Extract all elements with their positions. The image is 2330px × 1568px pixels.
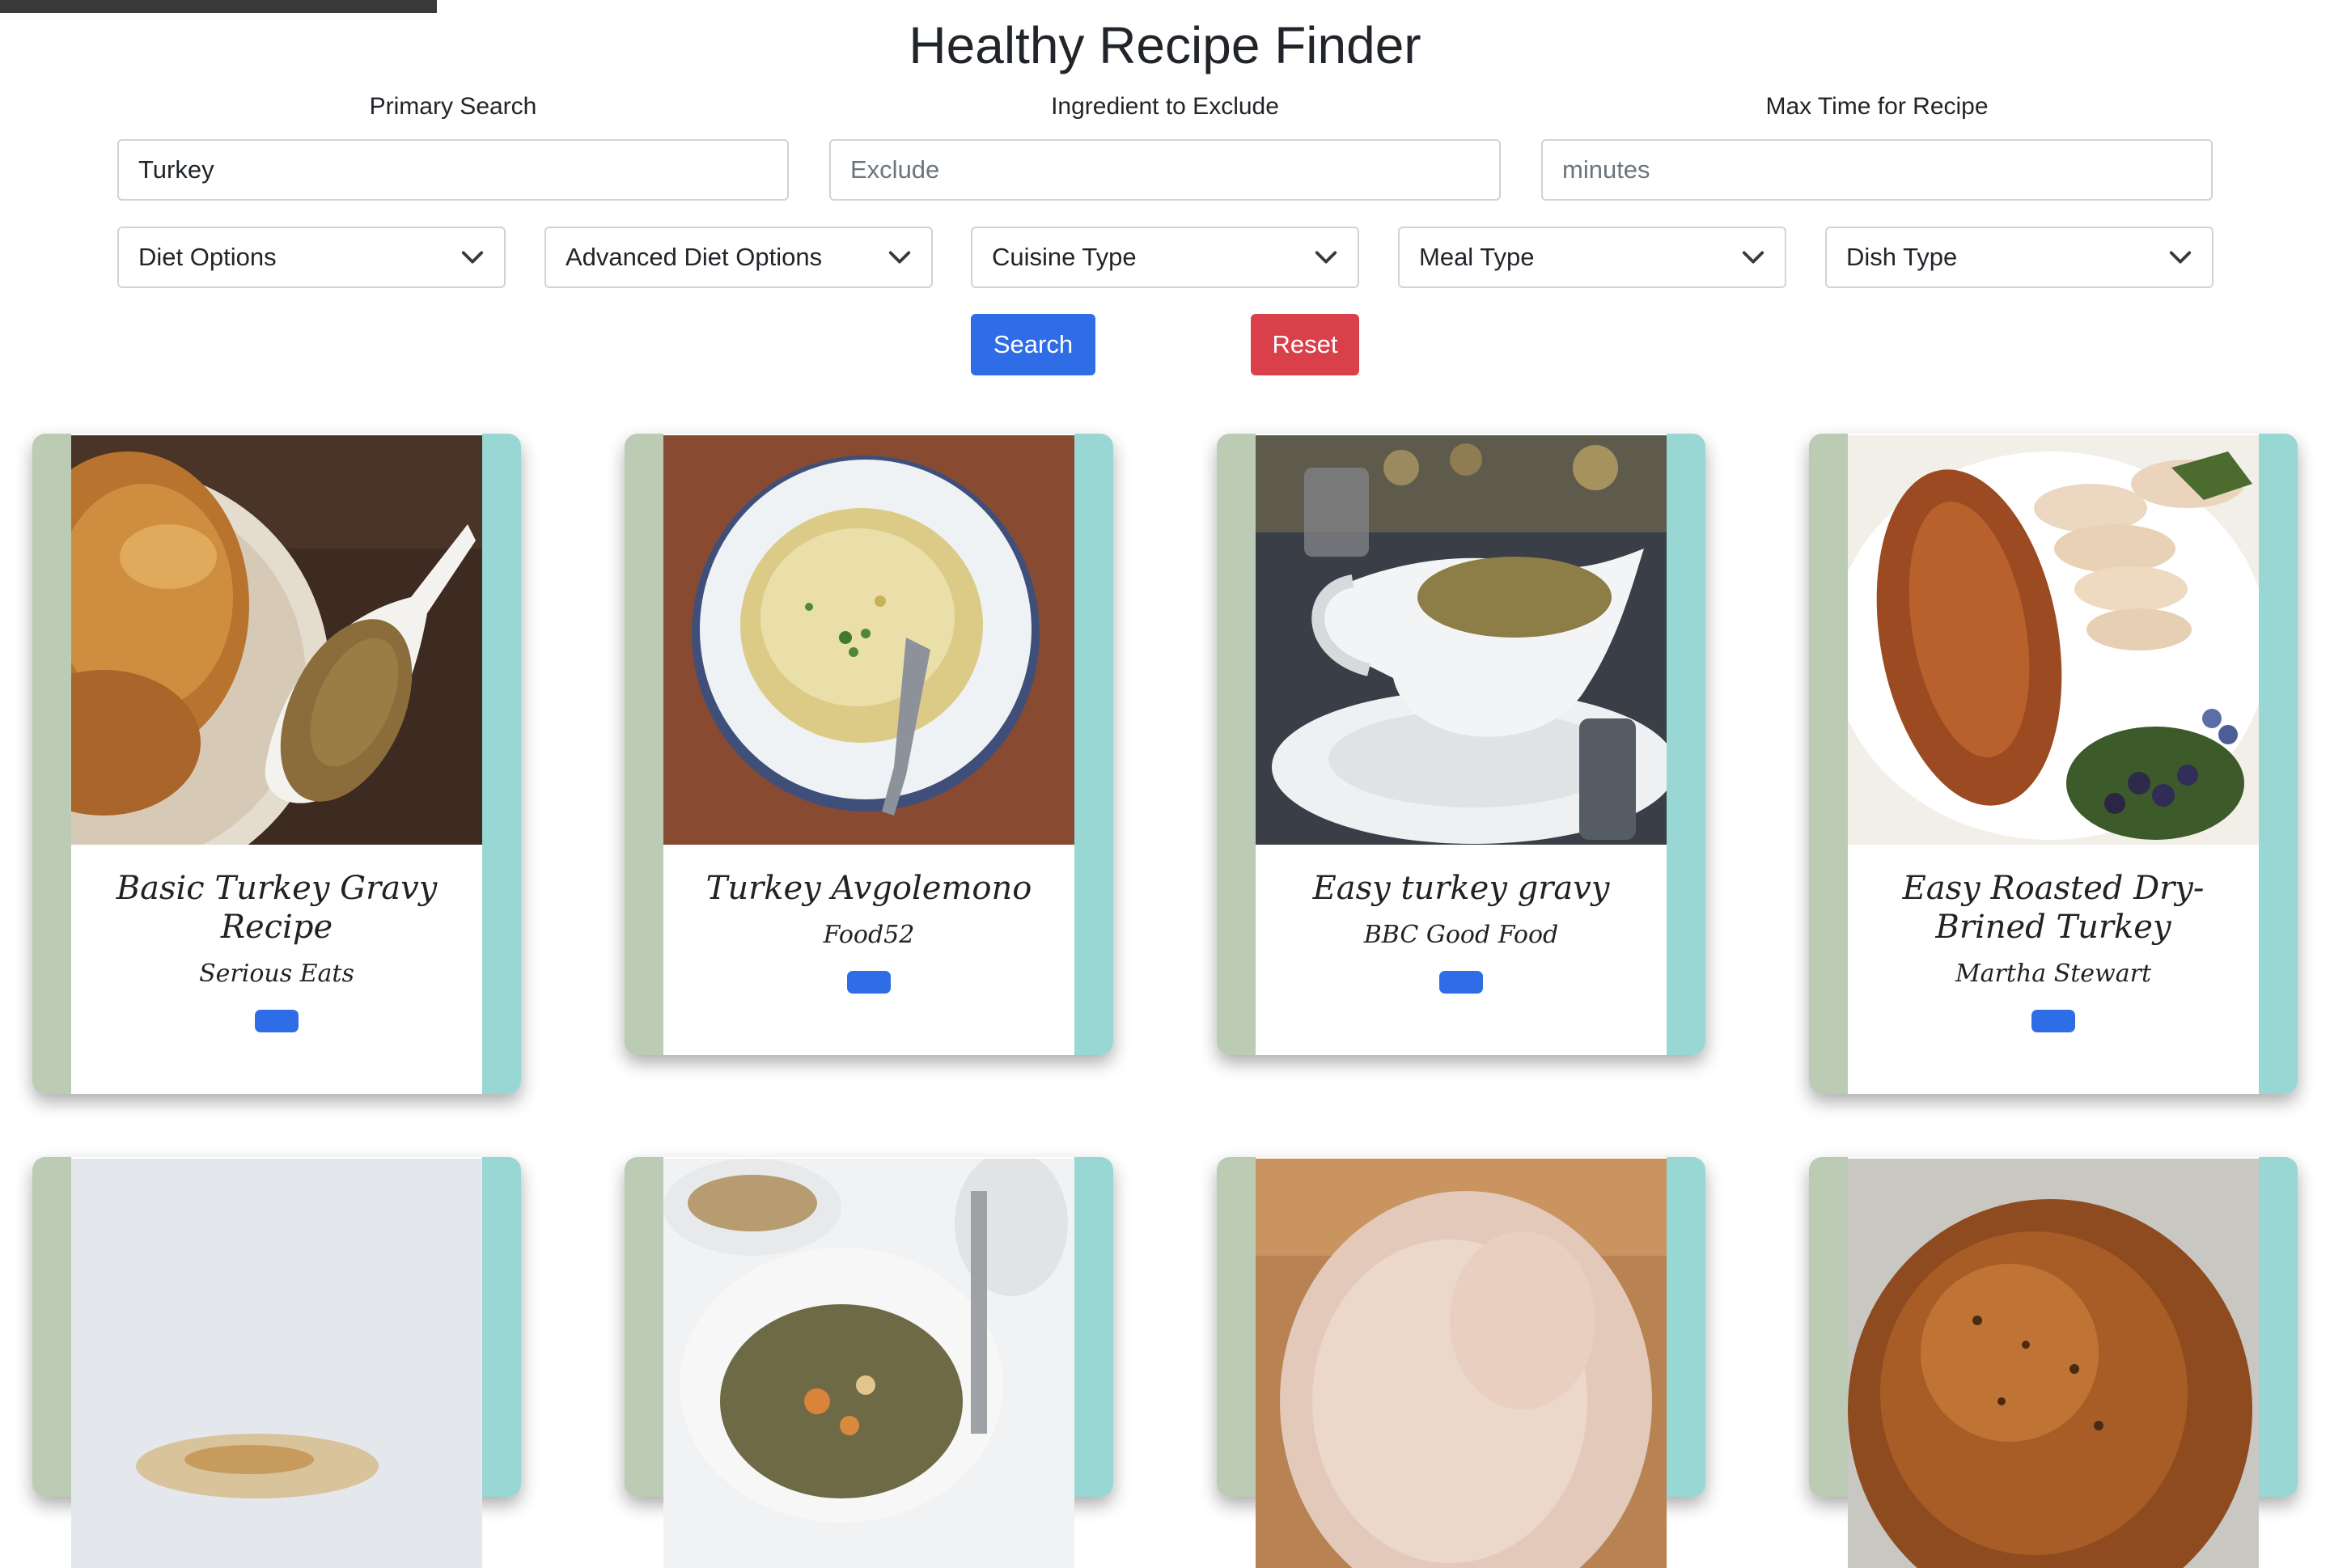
primary-search-label: Primary Search xyxy=(369,93,537,120)
dish-type-select[interactable]: Dish Type xyxy=(1825,227,2214,288)
recipe-card[interactable]: Easy turkey gravy BBC Good Food xyxy=(1217,434,1705,1055)
recipe-card[interactable]: Turkey Avgolemono Food52 xyxy=(625,434,1113,1055)
recipe-title[interactable]: Easy Roasted Dry-Brined Turkey xyxy=(1867,869,2239,947)
recipe-image-soup-bowl[interactable] xyxy=(663,435,1074,845)
recipe-card[interactable]: Easy Roasted Dry-Brined Turkey Martha St… xyxy=(1809,434,2298,1094)
meal-type-value: Meal Type xyxy=(1419,243,1535,271)
advanced-diet-options-value: Advanced Diet Options xyxy=(566,243,823,271)
chevron-down-icon xyxy=(2169,251,2192,264)
diet-options-value: Diet Options xyxy=(138,243,277,271)
recipe-title[interactable]: Basic Turkey Gravy Recipe xyxy=(91,869,463,947)
search-button[interactable]: Search xyxy=(971,314,1095,375)
recipe-card[interactable] xyxy=(1217,1157,1705,1568)
advanced-diet-options-select[interactable]: Advanced Diet Options xyxy=(544,227,933,288)
recipe-card[interactable] xyxy=(1809,1157,2298,1568)
recipe-card[interactable] xyxy=(32,1157,521,1568)
recipe-card-body: Easy Roasted Dry-Brined Turkey Martha St… xyxy=(1848,845,2259,1032)
diet-options-select[interactable]: Diet Options xyxy=(117,227,506,288)
exclude-input[interactable] xyxy=(829,139,1501,201)
recipe-source: BBC Good Food xyxy=(1363,921,1559,949)
recipe-source: Martha Stewart xyxy=(1955,960,2152,988)
meal-type-select[interactable]: Meal Type xyxy=(1398,227,1786,288)
recipe-image-gravy-pitcher[interactable] xyxy=(1256,435,1667,845)
recipe-image[interactable] xyxy=(1848,1159,2259,1568)
recipe-link-button[interactable] xyxy=(1439,971,1483,994)
recipe-image[interactable] xyxy=(71,1159,482,1568)
chevron-down-icon xyxy=(1315,251,1337,264)
recipe-image[interactable] xyxy=(663,1159,1074,1568)
recipe-image-roasted-turkey[interactable] xyxy=(1848,435,2259,845)
chevron-down-icon xyxy=(1742,251,1764,264)
recipe-card[interactable] xyxy=(625,1157,1113,1568)
cuisine-type-value: Cuisine Type xyxy=(992,243,1137,271)
chevron-down-icon xyxy=(461,251,484,264)
recipe-source: Serious Eats xyxy=(199,960,354,988)
recipe-title[interactable]: Easy turkey gravy xyxy=(1275,869,1647,908)
chevron-down-icon xyxy=(888,251,911,264)
recipe-card-body: Easy turkey gravy BBC Good Food xyxy=(1256,845,1667,994)
recipe-image-gravy-boat[interactable] xyxy=(71,435,482,845)
max-time-label: Max Time for Recipe xyxy=(1765,93,1989,120)
recipe-link-button[interactable] xyxy=(847,971,891,994)
exclude-label: Ingredient to Exclude xyxy=(1051,93,1279,120)
recipe-image[interactable] xyxy=(1256,1159,1667,1568)
recipe-link-button[interactable] xyxy=(255,1010,299,1032)
recipe-card-body: Basic Turkey Gravy Recipe Serious Eats xyxy=(71,845,482,1032)
recipe-source: Food52 xyxy=(823,921,915,949)
recipe-title[interactable]: Turkey Avgolemono xyxy=(683,869,1055,908)
recipe-card-body: Turkey Avgolemono Food52 xyxy=(663,845,1074,994)
page-title: Healthy Recipe Finder xyxy=(909,16,1421,74)
reset-button[interactable]: Reset xyxy=(1251,314,1359,375)
recipe-card[interactable]: Basic Turkey Gravy Recipe Serious Eats xyxy=(32,434,521,1094)
primary-search-input[interactable] xyxy=(117,139,789,201)
max-time-input[interactable] xyxy=(1541,139,2213,201)
dish-type-value: Dish Type xyxy=(1846,243,1958,271)
recipe-link-button[interactable] xyxy=(2031,1010,2075,1032)
cuisine-type-select[interactable]: Cuisine Type xyxy=(971,227,1359,288)
